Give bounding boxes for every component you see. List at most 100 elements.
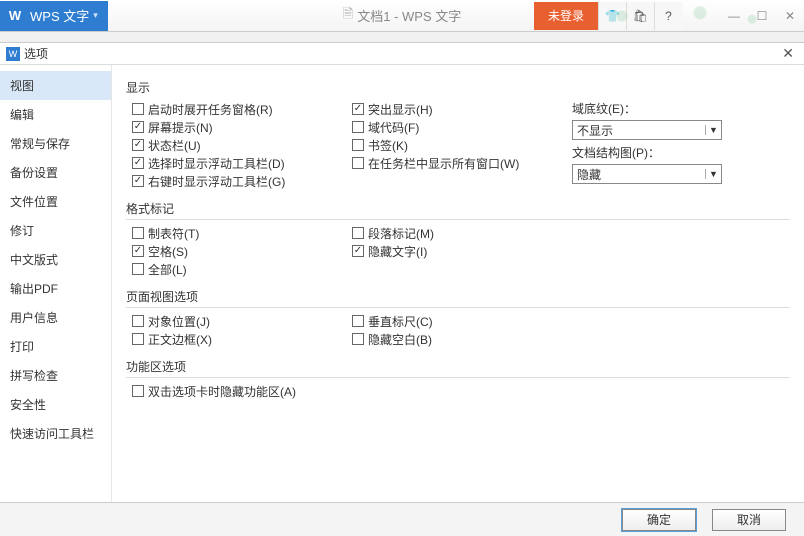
marks-c1-option-1[interactable]: 空格(S): [132, 242, 352, 260]
checkbox-icon: [132, 121, 144, 133]
help-button[interactable]: ?: [654, 2, 682, 30]
titlebar-right: 未登录 👕 🛍 ? — ☐ ✕: [534, 0, 804, 31]
sidebar-item-9[interactable]: 打印: [0, 332, 111, 361]
checkbox-icon: [132, 175, 144, 187]
minimize-button[interactable]: —: [720, 2, 748, 30]
option-label: 段落标记(M): [368, 225, 434, 242]
option-label: 隐藏文字(I): [368, 243, 427, 260]
option-label: 对象位置(J): [148, 313, 210, 330]
option-label: 域代码(F): [368, 119, 419, 136]
select-combo-0[interactable]: 不显示▼: [572, 120, 722, 140]
display-c2-option-0[interactable]: 突出显示(H): [352, 100, 572, 118]
ribbon-option-0[interactable]: 双击选项卡时隐藏功能区(A): [132, 382, 352, 400]
cancel-button[interactable]: 取消: [712, 509, 786, 531]
ok-label: 确定: [647, 511, 671, 528]
close-icon: ✕: [785, 9, 795, 23]
close-app-button[interactable]: ✕: [776, 2, 804, 30]
option-label: 制表符(T): [148, 225, 199, 242]
marks-options-grid: 制表符(T)空格(S)全部(L) 段落标记(M)隐藏文字(I): [132, 224, 790, 278]
sidebar-item-11[interactable]: 安全性: [0, 390, 111, 419]
display-c2-option-1[interactable]: 域代码(F): [352, 118, 572, 136]
display-c1-option-1[interactable]: 屏幕提示(N): [132, 118, 352, 136]
options-dialog: W 选项 ✕ 视图编辑常规与保存备份设置文件位置修订中文版式输出PDF用户信息打…: [0, 42, 804, 536]
display-c2-option-3[interactable]: 在任务栏中显示所有窗口(W): [352, 154, 572, 172]
option-label: 书签(K): [368, 137, 408, 154]
checkbox-icon: [132, 385, 144, 397]
option-label: 空格(S): [148, 243, 188, 260]
section-title-marks: 格式标记: [126, 200, 790, 220]
checkbox-icon: [352, 103, 364, 115]
option-label: 选择时显示浮动工具栏(D): [148, 155, 285, 172]
checkbox-icon: [352, 139, 364, 151]
skin-button[interactable]: 👕: [598, 2, 626, 30]
section-title-display: 显示: [126, 79, 790, 96]
sidebar-item-2[interactable]: 常规与保存: [0, 129, 111, 158]
maximize-button[interactable]: ☐: [748, 2, 776, 30]
sidebar-item-5[interactable]: 修订: [0, 216, 111, 245]
pageview-c2-option-0[interactable]: 垂直标尺(C): [352, 312, 572, 330]
display-c1-option-4[interactable]: 右键时显示浮动工具栏(G): [132, 172, 352, 190]
options-content: 显示 启动时展开任务窗格(R)屏幕提示(N)状态栏(U)选择时显示浮动工具栏(D…: [112, 65, 804, 502]
sidebar-item-12[interactable]: 快速访问工具栏: [0, 419, 111, 448]
checkbox-icon: [352, 333, 364, 345]
option-label: 双击选项卡时隐藏功能区(A): [148, 383, 296, 400]
app-titlebar: W WPS 文字 ▾ 🗎 文档1 - WPS 文字 未登录 👕 🛍 ? — ☐ …: [0, 0, 804, 32]
ribbon-options-grid: 双击选项卡时隐藏功能区(A): [132, 382, 790, 400]
maximize-icon: ☐: [757, 9, 768, 23]
display-c2-option-2[interactable]: 书签(K): [352, 136, 572, 154]
marks-c1-option-0[interactable]: 制表符(T): [132, 224, 352, 242]
marks-c1-option-2[interactable]: 全部(L): [132, 260, 352, 278]
dialog-footer: 确定 取消: [0, 502, 804, 536]
select-value: 不显示: [573, 122, 705, 139]
sidebar-item-4[interactable]: 文件位置: [0, 187, 111, 216]
sidebar-item-3[interactable]: 备份设置: [0, 158, 111, 187]
sidebar-item-10[interactable]: 拼写检查: [0, 361, 111, 390]
chevron-down-icon: ▼: [705, 125, 721, 135]
marks-c2-option-1[interactable]: 隐藏文字(I): [352, 242, 572, 260]
login-label: 未登录: [548, 7, 584, 24]
options-sidebar: 视图编辑常规与保存备份设置文件位置修订中文版式输出PDF用户信息打印拼写检查安全…: [0, 65, 112, 502]
question-icon: ?: [665, 9, 672, 23]
display-c1-option-2[interactable]: 状态栏(U): [132, 136, 352, 154]
feedback-button[interactable]: 🛍: [626, 2, 654, 30]
divider: [692, 2, 720, 30]
select-label-0: 域底纹(E)：: [572, 100, 772, 116]
select-value: 隐藏: [573, 166, 705, 183]
checkbox-icon: [352, 245, 364, 257]
pageview-c1-option-0[interactable]: 对象位置(J): [132, 312, 352, 330]
section-title-ribbon: 功能区选项: [126, 358, 790, 378]
app-brand[interactable]: W WPS 文字 ▾: [0, 1, 108, 31]
pageview-c1-option-1[interactable]: 正文边框(X): [132, 330, 352, 348]
marks-c2-option-0[interactable]: 段落标记(M): [352, 224, 572, 242]
sidebar-item-1[interactable]: 编辑: [0, 100, 111, 129]
option-label: 正文边框(X): [148, 331, 212, 348]
close-icon: ✕: [782, 45, 794, 61]
option-label: 隐藏空白(B): [368, 331, 432, 348]
option-label: 启动时展开任务窗格(R): [148, 101, 273, 118]
document-icon: 🗎: [343, 5, 353, 27]
option-label: 右键时显示浮动工具栏(G): [148, 173, 285, 190]
sidebar-item-6[interactable]: 中文版式: [0, 245, 111, 274]
cancel-label: 取消: [737, 511, 761, 528]
display-c1-option-3[interactable]: 选择时显示浮动工具栏(D): [132, 154, 352, 172]
sidebar-item-7[interactable]: 输出PDF: [0, 274, 111, 303]
ok-button[interactable]: 确定: [622, 509, 696, 531]
section-title-pageview: 页面视图选项: [126, 288, 790, 308]
sidebar-item-0[interactable]: 视图: [0, 71, 111, 100]
pageview-c2-option-1[interactable]: 隐藏空白(B): [352, 330, 572, 348]
display-c1-option-0[interactable]: 启动时展开任务窗格(R): [132, 100, 352, 118]
display-selects: 域底纹(E)：不显示▼文档结构图(P)：隐藏▼: [572, 100, 772, 190]
checkbox-icon: [352, 227, 364, 239]
login-button[interactable]: 未登录: [534, 2, 598, 30]
wps-small-icon: W: [6, 47, 20, 61]
checkbox-icon: [132, 227, 144, 239]
display-options-grid: 启动时展开任务窗格(R)屏幕提示(N)状态栏(U)选择时显示浮动工具栏(D)右键…: [132, 100, 790, 190]
dialog-title: 选项: [24, 45, 48, 62]
pageview-options-grid: 对象位置(J)正文边框(X) 垂直标尺(C)隐藏空白(B): [132, 312, 790, 348]
checkbox-icon: [132, 245, 144, 257]
dialog-close-button[interactable]: ✕: [778, 45, 798, 62]
option-label: 突出显示(H): [368, 101, 433, 118]
sidebar-item-8[interactable]: 用户信息: [0, 303, 111, 332]
select-combo-1[interactable]: 隐藏▼: [572, 164, 722, 184]
checkbox-icon: [352, 157, 364, 169]
